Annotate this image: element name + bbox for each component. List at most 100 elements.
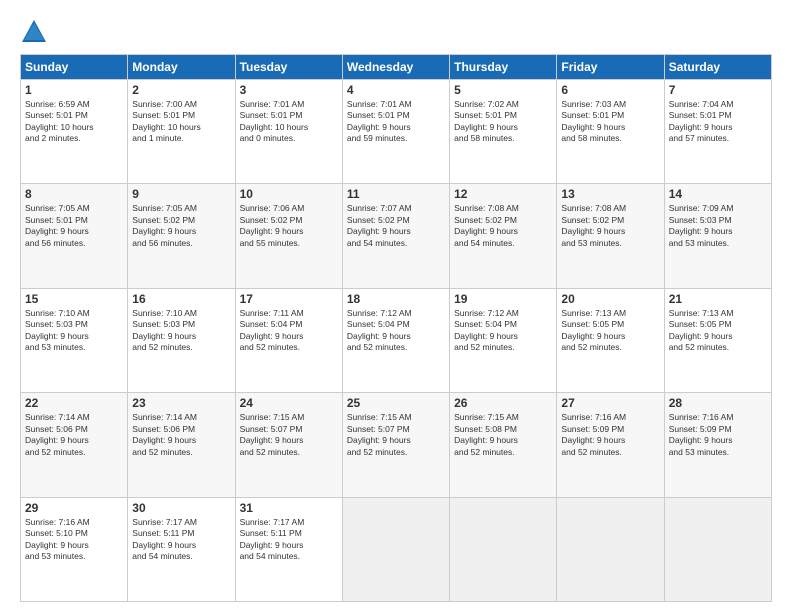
calendar-cell: 20 Sunrise: 7:13 AMSunset: 5:05 PMDayligh…: [557, 288, 664, 392]
day-number: 22: [25, 396, 123, 410]
calendar-cell: 12 Sunrise: 7:08 AMSunset: 5:02 PMDayligh…: [450, 184, 557, 288]
calendar-cell: 11 Sunrise: 7:07 AMSunset: 5:02 PMDayligh…: [342, 184, 449, 288]
cell-text: Sunrise: 7:13 AMSunset: 5:05 PMDaylight:…: [561, 308, 659, 354]
calendar-cell: 14 Sunrise: 7:09 AMSunset: 5:03 PMDayligh…: [664, 184, 771, 288]
day-number: 12: [454, 187, 552, 201]
calendar-cell: 2 Sunrise: 7:00 AMSunset: 5:01 PMDaylight…: [128, 80, 235, 184]
cell-text: Sunrise: 7:08 AMSunset: 5:02 PMDaylight:…: [561, 203, 659, 249]
calendar-week-4: 22 Sunrise: 7:14 AMSunset: 5:06 PMDayligh…: [21, 393, 772, 497]
calendar-cell: 23Sunrise: 7:14 AMSunset: 5:06 PMDayligh…: [128, 393, 235, 497]
cell-text: Sunrise: 7:13 AMSunset: 5:05 PMDaylight:…: [669, 308, 767, 354]
calendar-cell: 3 Sunrise: 7:01 AMSunset: 5:01 PMDaylight…: [235, 80, 342, 184]
day-header-sunday: Sunday: [21, 55, 128, 80]
day-number: 18: [347, 292, 445, 306]
day-header-friday: Friday: [557, 55, 664, 80]
day-number: 7: [669, 83, 767, 97]
calendar-cell: 4 Sunrise: 7:01 AMSunset: 5:01 PMDaylight…: [342, 80, 449, 184]
day-number: 29: [25, 501, 123, 515]
day-number: 5: [454, 83, 552, 97]
day-number: 9: [132, 187, 230, 201]
cell-text: Sunrise: 7:08 AMSunset: 5:02 PMDaylight:…: [454, 203, 552, 249]
calendar-cell: 21 Sunrise: 7:13 AMSunset: 5:05 PMDayligh…: [664, 288, 771, 392]
calendar-cell: 28 Sunrise: 7:16 AMSunset: 5:09 PMDayligh…: [664, 393, 771, 497]
header: [20, 18, 772, 46]
page: SundayMondayTuesdayWednesdayThursdayFrid…: [0, 0, 792, 612]
cell-text: Sunrise: 7:05 AMSunset: 5:02 PMDaylight:…: [132, 203, 230, 249]
calendar-cell: 9 Sunrise: 7:05 AMSunset: 5:02 PMDaylight…: [128, 184, 235, 288]
calendar-cell: 19 Sunrise: 7:12 AMSunset: 5:04 PMDayligh…: [450, 288, 557, 392]
calendar-cell: 26Sunrise: 7:15 AMSunset: 5:08 PMDayligh…: [450, 393, 557, 497]
calendar-cell: 18 Sunrise: 7:12 AMSunset: 5:04 PMDayligh…: [342, 288, 449, 392]
day-number: 8: [25, 187, 123, 201]
calendar-cell: 5 Sunrise: 7:02 AMSunset: 5:01 PMDaylight…: [450, 80, 557, 184]
day-number: 25: [347, 396, 445, 410]
day-number: 10: [240, 187, 338, 201]
day-number: 4: [347, 83, 445, 97]
day-number: 26: [454, 396, 552, 410]
calendar-cell: 29 Sunrise: 7:16 AMSunset: 5:10 PMDayligh…: [21, 497, 128, 601]
day-number: 3: [240, 83, 338, 97]
cell-text: Sunrise: 7:00 AMSunset: 5:01 PMDaylight:…: [132, 99, 230, 145]
cell-text: Sunrise: 7:16 AMSunset: 5:10 PMDaylight:…: [25, 517, 123, 563]
cell-text: Sunrise: 7:16 AMSunset: 5:09 PMDaylight:…: [561, 412, 659, 458]
calendar-cell: 31 Sunrise: 7:17 AMSunset: 5:11 PMDayligh…: [235, 497, 342, 601]
day-number: 31: [240, 501, 338, 515]
calendar: SundayMondayTuesdayWednesdayThursdayFrid…: [20, 54, 772, 602]
cell-text: Sunrise: 7:03 AMSunset: 5:01 PMDaylight:…: [561, 99, 659, 145]
calendar-cell: 7 Sunrise: 7:04 AMSunset: 5:01 PMDaylight…: [664, 80, 771, 184]
day-number: 13: [561, 187, 659, 201]
calendar-cell: 6Sunrise: 7:03 AMSunset: 5:01 PMDaylight…: [557, 80, 664, 184]
day-header-monday: Monday: [128, 55, 235, 80]
calendar-cell: 30 Sunrise: 7:17 AMSunset: 5:11 PMDayligh…: [128, 497, 235, 601]
cell-text: Sunrise: 7:06 AMSunset: 5:02 PMDaylight:…: [240, 203, 338, 249]
cell-text: Sunrise: 7:14 AMSunset: 5:06 PMDaylight:…: [25, 412, 123, 458]
day-number: 30: [132, 501, 230, 515]
cell-text: Sunrise: 7:17 AMSunset: 5:11 PMDaylight:…: [240, 517, 338, 563]
logo-icon: [20, 18, 48, 46]
cell-text: Sunrise: 7:10 AMSunset: 5:03 PMDaylight:…: [25, 308, 123, 354]
cell-text: Sunrise: 7:15 AMSunset: 5:07 PMDaylight:…: [347, 412, 445, 458]
day-number: 15: [25, 292, 123, 306]
calendar-cell: [450, 497, 557, 601]
cell-text: Sunrise: 7:02 AMSunset: 5:01 PMDaylight:…: [454, 99, 552, 145]
cell-text: Sunrise: 7:09 AMSunset: 5:03 PMDaylight:…: [669, 203, 767, 249]
cell-text: Sunrise: 7:07 AMSunset: 5:02 PMDaylight:…: [347, 203, 445, 249]
calendar-week-3: 15 Sunrise: 7:10 AMSunset: 5:03 PMDayligh…: [21, 288, 772, 392]
day-number: 24: [240, 396, 338, 410]
calendar-cell: 25 Sunrise: 7:15 AMSunset: 5:07 PMDayligh…: [342, 393, 449, 497]
calendar-cell: [557, 497, 664, 601]
cell-text: Sunrise: 7:16 AMSunset: 5:09 PMDaylight:…: [669, 412, 767, 458]
cell-text: Sunrise: 7:12 AMSunset: 5:04 PMDaylight:…: [454, 308, 552, 354]
day-number: 28: [669, 396, 767, 410]
cell-text: Sunrise: 7:04 AMSunset: 5:01 PMDaylight:…: [669, 99, 767, 145]
day-number: 27: [561, 396, 659, 410]
day-number: 17: [240, 292, 338, 306]
calendar-cell: 13 Sunrise: 7:08 AMSunset: 5:02 PMDayligh…: [557, 184, 664, 288]
calendar-cell: 17 Sunrise: 7:11 AMSunset: 5:04 PMDayligh…: [235, 288, 342, 392]
cell-text: Sunrise: 7:12 AMSunset: 5:04 PMDaylight:…: [347, 308, 445, 354]
calendar-cell: 16Sunrise: 7:10 AMSunset: 5:03 PMDayligh…: [128, 288, 235, 392]
day-number: 1: [25, 83, 123, 97]
cell-text: Sunrise: 7:01 AMSunset: 5:01 PMDaylight:…: [240, 99, 338, 145]
cell-text: Sunrise: 7:01 AMSunset: 5:01 PMDaylight:…: [347, 99, 445, 145]
cell-text: Sunrise: 7:10 AMSunset: 5:03 PMDaylight:…: [132, 308, 230, 354]
day-number: 20: [561, 292, 659, 306]
day-number: 2: [132, 83, 230, 97]
day-number: 11: [347, 187, 445, 201]
cell-text: Sunrise: 7:17 AMSunset: 5:11 PMDaylight:…: [132, 517, 230, 563]
cell-text: Sunrise: 7:14 AMSunset: 5:06 PMDaylight:…: [132, 412, 230, 458]
calendar-cell: 8 Sunrise: 7:05 AMSunset: 5:01 PMDaylight…: [21, 184, 128, 288]
calendar-cell: 27 Sunrise: 7:16 AMSunset: 5:09 PMDayligh…: [557, 393, 664, 497]
cell-text: Sunrise: 6:59 AMSunset: 5:01 PMDaylight:…: [25, 99, 123, 145]
calendar-week-2: 8 Sunrise: 7:05 AMSunset: 5:01 PMDaylight…: [21, 184, 772, 288]
day-number: 14: [669, 187, 767, 201]
day-header-wednesday: Wednesday: [342, 55, 449, 80]
day-number: 21: [669, 292, 767, 306]
calendar-cell: 10 Sunrise: 7:06 AMSunset: 5:02 PMDayligh…: [235, 184, 342, 288]
calendar-cell: 24Sunrise: 7:15 AMSunset: 5:07 PMDayligh…: [235, 393, 342, 497]
cell-text: Sunrise: 7:11 AMSunset: 5:04 PMDaylight:…: [240, 308, 338, 354]
calendar-cell: [664, 497, 771, 601]
calendar-cell: 1 Sunrise: 6:59 AMSunset: 5:01 PMDaylight…: [21, 80, 128, 184]
cell-text: Sunrise: 7:05 AMSunset: 5:01 PMDaylight:…: [25, 203, 123, 249]
day-number: 19: [454, 292, 552, 306]
